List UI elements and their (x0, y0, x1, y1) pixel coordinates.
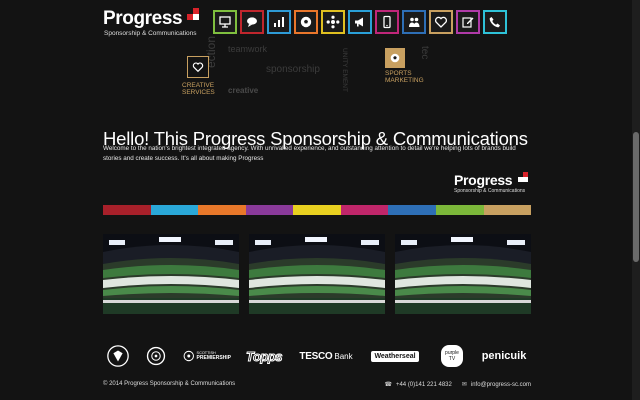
crest-icon (107, 345, 129, 367)
partner-topps[interactable]: Topps (243, 342, 285, 370)
people-icon (409, 17, 420, 27)
football-icon (390, 53, 400, 63)
creative-label-line-2: SERVICES (182, 89, 215, 96)
stadium-image (103, 234, 239, 314)
sports-marketing-tile[interactable] (385, 48, 405, 68)
page-scrollbar[interactable] (632, 0, 640, 400)
football-icon (300, 16, 312, 28)
stadium-image (249, 234, 385, 314)
nav-mobile[interactable] (375, 10, 399, 34)
intro-paragraph: Welcome to the nation's brightest integr… (103, 145, 516, 162)
service-nav (213, 10, 507, 34)
logo-mark-icon (187, 8, 199, 20)
stadium-image (395, 234, 531, 314)
creative-label-line-1: CREATIVE (182, 82, 215, 89)
secondary-logo-wordmark: Progress (454, 172, 513, 188)
edit-icon (462, 17, 474, 28)
nav-network[interactable] (321, 10, 345, 34)
brand-color-bar (103, 205, 532, 215)
nav-speech[interactable] (240, 10, 264, 34)
hero-word-sponsorship: sponsorship (266, 64, 320, 75)
nav-editorial[interactable] (456, 10, 480, 34)
purple-tv-icon: purple TV (441, 345, 463, 367)
nav-presentation[interactable] (213, 10, 237, 34)
nav-community[interactable] (402, 10, 426, 34)
partner-spfl[interactable]: SCOTTISH PREMIERSHIP (183, 342, 231, 370)
uefa-icon (146, 346, 166, 366)
nav-promotion[interactable] (348, 10, 372, 34)
partner-weatherseal[interactable]: Weatherseal (369, 342, 421, 370)
nav-contact[interactable] (483, 10, 507, 34)
partner-uefa[interactable] (143, 342, 169, 370)
page: Progress Sponsorship & Communications te… (0, 0, 632, 400)
color-bar-segment (293, 205, 341, 215)
color-bar-segment (483, 205, 532, 215)
mail-icon: ✉ (461, 382, 467, 388)
nav-sport[interactable] (294, 10, 318, 34)
tesco-label: TESCO (299, 350, 333, 362)
sports-label-line-1: SPORTS (385, 70, 412, 77)
heart-icon (435, 16, 447, 28)
color-bar-segment (150, 205, 199, 215)
color-bar-segment (435, 205, 484, 215)
megaphone-icon (355, 17, 363, 27)
site-header: Progress Sponsorship & Communications (103, 8, 531, 38)
phone-icon: ☎ (384, 382, 392, 388)
partner-crest[interactable] (105, 342, 131, 370)
phone-icon (489, 17, 500, 28)
stadium-photo[interactable] (103, 234, 239, 314)
color-bar-segment (388, 205, 436, 215)
hero-word-tec: tec (419, 46, 430, 60)
partner-penicuik[interactable]: penicuik (477, 342, 531, 370)
hero-word-creative: creative (228, 86, 259, 95)
hero-word-teamwork: teamwork (228, 44, 268, 54)
logo-wordmark: Progress (103, 8, 183, 29)
site-logo[interactable]: Progress Sponsorship & Communications (103, 8, 208, 38)
spfl-text: SCOTTISH PREMIERSHIP (197, 351, 231, 361)
footer-contact: ☎ +44 (0)141 221 4832 ✉ info@progress-sc… (384, 381, 531, 389)
stadium-photo[interactable] (395, 234, 531, 314)
penicuik-label: penicuik (481, 350, 527, 362)
color-bar-segment (245, 205, 294, 215)
footer-phone[interactable]: +44 (0)141 221 4832 (396, 382, 452, 388)
site-footer: © 2014 Progress Sponsorship & Communicat… (103, 381, 531, 393)
secondary-logo-tagline: Sponsorship & Communications (454, 188, 526, 194)
scrollbar-thumb[interactable] (633, 132, 639, 262)
presentation-icon (219, 16, 231, 28)
creative-services-label: CREATIVE SERVICES (182, 82, 215, 96)
copyright-text: © 2014 Progress Sponsorship & Communicat… (103, 381, 236, 387)
logo-tagline: Sponsorship & Communications (104, 30, 197, 37)
heart-icon (192, 62, 204, 73)
tesco-bank-label: Bank (334, 351, 353, 361)
sports-marketing-label: SPORTS MARKETING (385, 70, 424, 84)
hero-word-unity: UNITY EMENT (341, 48, 348, 92)
network-icon (326, 15, 340, 29)
color-bar-segment (103, 205, 151, 215)
color-bar-segment (340, 205, 389, 215)
creative-services-tile[interactable] (187, 56, 209, 78)
spfl-label: PREMIERSHIP (196, 355, 231, 361)
nav-statistics[interactable] (267, 10, 291, 34)
stadium-photo[interactable] (249, 234, 385, 314)
color-bar-segment (198, 205, 246, 215)
sports-label-line-2: MARKETING (385, 77, 424, 84)
footer-email[interactable]: info@progress-sc.com (471, 382, 531, 388)
partner-tesco-bank[interactable]: TESCO Bank (297, 342, 355, 370)
photo-gallery (103, 234, 531, 314)
tv-label: TV (448, 356, 456, 362)
spfl-icon (183, 350, 194, 362)
nav-creative[interactable] (429, 10, 453, 34)
speech-bubble-icon (247, 17, 257, 27)
partner-logos: SCOTTISH PREMIERSHIP Topps TESCO Bank We… (103, 342, 531, 370)
topps-label: Topps (245, 348, 283, 364)
hero-banner: teamwork ection sponsorship UNITY EMENT … (170, 36, 470, 104)
logo-mark-icon (518, 172, 528, 182)
weatherseal-label: Weatherseal (371, 350, 419, 362)
secondary-logo: Progress Sponsorship & Communications (454, 172, 530, 198)
mobile-icon (383, 15, 391, 29)
partner-purple-tv[interactable]: purple TV (437, 342, 467, 370)
bar-chart-icon (274, 17, 284, 27)
